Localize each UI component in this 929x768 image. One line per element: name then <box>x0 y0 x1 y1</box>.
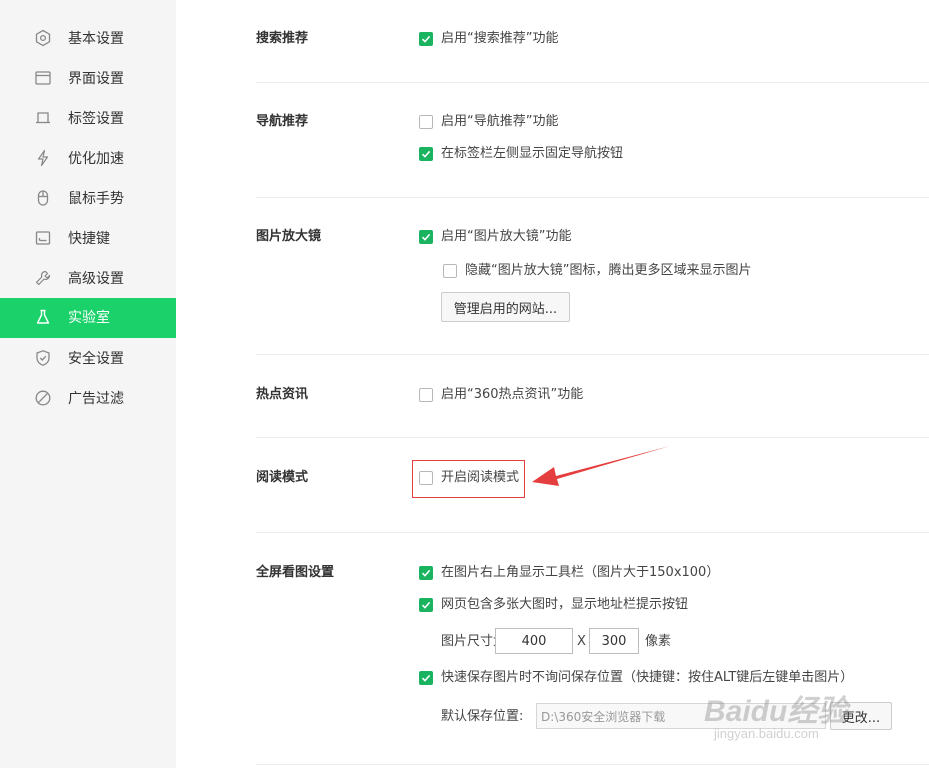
section-title-fullscreen: 全屏看图设置 <box>256 565 335 580</box>
settings-hexagon-icon <box>34 29 52 47</box>
magnifier-hide-icon-option[interactable]: 隐藏“图片放大镜”图标，腾出更多区域来显示图片 <box>443 262 751 280</box>
fixed-nav-button-label: 在标签栏左侧显示固定导航按钮 <box>441 146 624 161</box>
fullscreen-toolbar-checkbox[interactable] <box>419 566 433 580</box>
shield-icon <box>34 349 52 367</box>
wrench-icon <box>34 269 52 287</box>
section-title-reading: 阅读模式 <box>256 470 309 485</box>
sidebar-item-shortcuts[interactable]: 快捷键 <box>0 219 176 259</box>
sidebar-item-label: 安全设置 <box>68 351 124 367</box>
image-height-input[interactable] <box>589 628 639 654</box>
hotnews-enable-checkbox[interactable] <box>419 388 433 402</box>
nav-recommend-option[interactable]: 启用“导航推荐”功能 <box>419 113 558 131</box>
sidebar-item-optimize-speed[interactable]: 优化加速 <box>0 139 176 179</box>
section-divider <box>256 197 929 198</box>
reading-mode-checkbox[interactable] <box>419 471 433 485</box>
tab-icon <box>34 109 52 127</box>
sidebar-item-basic-settings[interactable]: 基本设置 <box>0 19 176 59</box>
sidebar-item-label: 标签设置 <box>68 111 124 127</box>
search-recommend-option[interactable]: 启用“搜索推荐”功能 <box>419 30 558 48</box>
sidebar-item-label: 鼠标手势 <box>68 191 124 207</box>
sidebar-item-label: 基本设置 <box>68 31 124 47</box>
address-bar-hint-checkbox[interactable] <box>419 598 433 612</box>
baidu-watermark-brand: Baidu经验 <box>704 695 848 728</box>
sidebar-item-ad-filter[interactable]: 广告过滤 <box>0 379 176 419</box>
section-title-nav: 导航推荐 <box>256 114 309 129</box>
lightning-icon <box>34 149 52 167</box>
settings-panel: 搜索推荐 启用“搜索推荐”功能 导航推荐 启用“导航推荐”功能 在标签栏左侧显示… <box>176 0 929 768</box>
nav-recommend-checkbox[interactable] <box>419 115 433 129</box>
hotnews-enable-label: 启用“360热点资讯”功能 <box>441 387 584 402</box>
quick-save-option[interactable]: 快速保存图片时不询问保存位置（快捷键：按住ALT键后左键单击图片） <box>419 669 853 687</box>
section-divider <box>256 437 929 438</box>
magnifier-enable-checkbox[interactable] <box>419 230 433 244</box>
window-icon <box>34 69 52 87</box>
section-divider <box>256 354 929 355</box>
fullscreen-toolbar-option[interactable]: 在图片右上角显示工具栏（图片大于150x100） <box>419 564 719 582</box>
sidebar-item-label: 实验室 <box>68 310 110 326</box>
magnifier-hide-icon-label: 隐藏“图片放大镜”图标，腾出更多区域来显示图片 <box>465 263 752 278</box>
section-title-search: 搜索推荐 <box>256 31 309 46</box>
section-divider <box>256 532 929 533</box>
sidebar-item-label: 快捷键 <box>68 231 110 247</box>
sidebar-item-label: 广告过滤 <box>68 391 124 407</box>
block-icon <box>34 389 52 407</box>
save-location-label: 默认保存位置: <box>441 709 524 724</box>
fullscreen-toolbar-label: 在图片右上角显示工具栏（图片大于150x100） <box>441 565 720 580</box>
sidebar-item-label: 界面设置 <box>68 71 124 87</box>
mouse-icon <box>34 189 52 207</box>
flask-icon <box>34 308 52 326</box>
quick-save-label: 快速保存图片时不询问保存位置（快捷键：按住ALT键后左键单击图片） <box>441 670 854 685</box>
image-width-input[interactable] <box>495 628 573 654</box>
sidebar-item-advanced-settings[interactable]: 高级设置 <box>0 259 176 299</box>
keyboard-icon <box>34 229 52 247</box>
address-bar-hint-label: 网页包含多张大图时，显示地址栏提示按钮 <box>441 597 689 612</box>
sidebar-item-interface-settings[interactable]: 界面设置 <box>0 59 176 99</box>
pixel-unit-label: 像素 <box>645 634 672 649</box>
reading-mode-label: 开启阅读模式 <box>441 470 520 485</box>
fixed-nav-button-checkbox[interactable] <box>419 147 433 161</box>
settings-sidebar: 基本设置 界面设置 标签设置 优化加速 鼠标手势 快捷键 高级设置 实验室 安全… <box>0 0 176 768</box>
magnifier-hide-icon-checkbox[interactable] <box>443 264 457 278</box>
size-separator: X <box>577 634 586 649</box>
search-recommend-checkbox[interactable] <box>419 32 433 46</box>
hotnews-enable-option[interactable]: 启用“360热点资讯”功能 <box>419 386 583 404</box>
search-recommend-label: 启用“搜索推荐”功能 <box>441 31 559 46</box>
section-title-magnifier: 图片放大镜 <box>256 229 322 244</box>
magnifier-enable-label: 启用“图片放大镜”功能 <box>441 229 572 244</box>
reading-mode-option[interactable]: 开启阅读模式 <box>419 469 519 487</box>
sidebar-item-label: 优化加速 <box>68 151 124 167</box>
section-divider <box>256 82 929 83</box>
sidebar-item-tab-settings[interactable]: 标签设置 <box>0 99 176 139</box>
fixed-nav-button-option[interactable]: 在标签栏左侧显示固定导航按钮 <box>419 145 623 163</box>
manage-sites-button[interactable]: 管理启用的网站... <box>441 292 570 322</box>
address-bar-hint-option[interactable]: 网页包含多张大图时，显示地址栏提示按钮 <box>419 596 688 614</box>
magnifier-enable-option[interactable]: 启用“图片放大镜”功能 <box>419 228 571 246</box>
baidu-watermark-url: jingyan.baidu.com <box>714 726 819 741</box>
section-title-hotnews: 热点资讯 <box>256 387 309 402</box>
quick-save-checkbox[interactable] <box>419 671 433 685</box>
nav-recommend-label: 启用“导航推荐”功能 <box>441 114 559 129</box>
sidebar-item-label: 高级设置 <box>68 271 124 287</box>
sidebar-item-mouse-gestures[interactable]: 鼠标手势 <box>0 179 176 219</box>
sidebar-item-security-settings[interactable]: 安全设置 <box>0 339 176 379</box>
sidebar-item-lab[interactable]: 实验室 <box>0 298 176 338</box>
section-divider <box>256 764 929 765</box>
